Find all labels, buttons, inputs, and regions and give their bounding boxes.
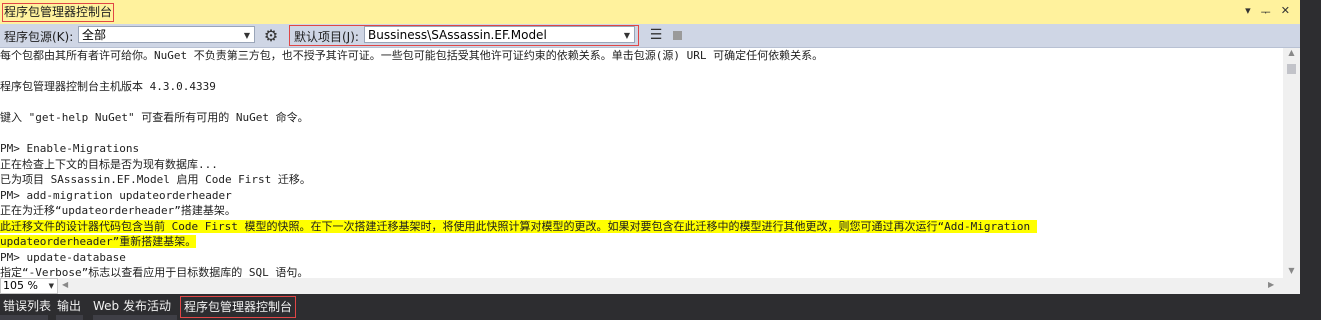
chevron-down-icon: ▼ <box>243 31 250 40</box>
default-project-label: 默认项目(J): <box>294 30 359 44</box>
clear-console-icon[interactable]: ☰ <box>648 27 664 43</box>
console-line-text: 此迁移文件的设计器代码包含当前 Code First 模型的快照。在下一次搭建迁… <box>0 219 1037 233</box>
chevron-down-icon: ▼ <box>623 31 630 40</box>
tab-label: 错误列表 <box>3 299 52 313</box>
default-project-value: Bussiness\SAssassin.EF.Model <box>368 28 547 42</box>
scroll-left-icon[interactable]: ◀ <box>62 280 68 289</box>
zoom-and-hscroll-bar: 105 % ▼ ◀ ▶ <box>0 278 1300 294</box>
window-controls: ▾ ᅮ ✕ <box>1245 4 1290 20</box>
gear-icon[interactable]: ⚙ <box>262 27 280 45</box>
console-line: 每个包都由其所有者许可给你。NuGet 不负责第三方包，也不授予其许可证。一些包… <box>0 48 1283 64</box>
console-output[interactable]: 每个包都由其所有者许可给你。NuGet 不负责第三方包，也不授予其许可证。一些包… <box>0 48 1283 278</box>
console-line: 键入 "get-help NuGet" 可查看所有可用的 NuGet 命令。 <box>0 110 1283 126</box>
tab-underline <box>93 315 177 320</box>
tab-label: Web 发布活动 <box>93 299 171 313</box>
console-line-text: 正在检查上下文的目标是否为现有数据库... <box>0 157 218 171</box>
console-line: 此迁移文件的设计器代码包含当前 Code First 模型的快照。在下一次搭建迁… <box>0 219 1283 235</box>
bottom-tab-strip: 错误列表 输出 Web 发布活动 程序包管理器控制台 <box>0 294 1321 320</box>
tab-label: 输出 <box>57 299 82 313</box>
console-line: 正在为迁移“updateorderheader”搭建基架。 <box>0 203 1283 219</box>
console-line-text: PM> add-migration updateorderheader <box>0 188 232 202</box>
close-icon[interactable]: ✕ <box>1281 4 1290 20</box>
console-line-text: 正在为迁移“updateorderheader”搭建基架。 <box>0 204 236 217</box>
tool-window-title: 程序包管理器控制台 <box>2 3 115 22</box>
vertical-scrollbar[interactable]: ▲ ▼ <box>1283 48 1300 278</box>
tab-label: 程序包管理器控制台 <box>184 300 293 314</box>
console-line-text: PM> update-database <box>0 250 126 264</box>
window-menu-icon[interactable]: ▾ <box>1245 4 1251 20</box>
zoom-value: 105 % <box>3 279 38 292</box>
console-line: 正在检查上下文的目标是否为现有数据库... <box>0 157 1283 173</box>
tool-window-titlebar: 程序包管理器控制台 ▾ ᅮ ✕ <box>0 0 1300 24</box>
console-line: 已为项目 SAssassin.EF.Model 启用 Code First 迁移… <box>0 172 1283 188</box>
scroll-thumb[interactable] <box>1287 64 1296 74</box>
zoom-select[interactable]: 105 % ▼ <box>0 278 58 294</box>
console-line-text: updateorderheader”重新搭建基架。 <box>0 235 197 248</box>
package-source-select[interactable]: 全部 ▼ <box>78 26 255 43</box>
console-line: PM> update-database <box>0 250 1283 266</box>
console-line-text: 已为项目 SAssassin.EF.Model 启用 Code First 迁移… <box>0 173 311 186</box>
package-source-label: 程序包源(K): <box>4 30 74 44</box>
console-line: 程序包管理器控制台主机版本 4.3.0.4339 <box>0 79 1283 95</box>
tab-package-manager-console[interactable]: 程序包管理器控制台 <box>180 296 297 318</box>
package-source-value: 全部 <box>82 28 107 42</box>
stop-icon[interactable] <box>673 31 682 40</box>
console-line-text: PM> Enable-Migrations <box>0 142 140 155</box>
console-line: PM> add-migration updateorderheader <box>0 188 1283 204</box>
console-line: updateorderheader”重新搭建基架。 <box>0 234 1283 250</box>
scroll-right-icon[interactable]: ▶ <box>1268 280 1274 289</box>
tab-underline <box>0 315 48 320</box>
tab-underline <box>56 315 83 320</box>
default-project-select[interactable]: Bussiness\SAssassin.EF.Model ▼ <box>364 26 635 43</box>
console-toolbar: 程序包源(K): 全部 ▼ ⚙ 默认项目(J): Bussiness\SAssa… <box>0 24 1300 48</box>
pin-icon[interactable]: ᅮ <box>1261 4 1271 20</box>
console-line-text: 键入 "get-help NuGet" 可查看所有可用的 NuGet 命令。 <box>0 111 309 124</box>
console-line: 指定“-Verbose”标志以查看应用于目标数据库的 SQL 语句。 <box>0 265 1283 278</box>
console-line: PM> Enable-Migrations <box>0 141 1283 157</box>
console-line-text: 每个包都由其所有者许可给你。NuGet 不负责第三方包，也不授予其许可证。一些包… <box>0 49 824 62</box>
scroll-up-icon[interactable]: ▲ <box>1283 48 1300 60</box>
chevron-down-icon: ▼ <box>48 282 54 290</box>
tab-web-publish[interactable]: Web 发布活动 <box>90 296 174 316</box>
scroll-down-icon[interactable]: ▼ <box>1283 266 1300 278</box>
tab-output[interactable]: 输出 <box>54 296 84 316</box>
console-line-text: 指定“-Verbose”标志以查看应用于目标数据库的 SQL 语句。 <box>0 266 309 278</box>
console-line-text: 程序包管理器控制台主机版本 4.3.0.4339 <box>0 80 216 93</box>
tab-error-list[interactable]: 错误列表 <box>0 296 54 316</box>
